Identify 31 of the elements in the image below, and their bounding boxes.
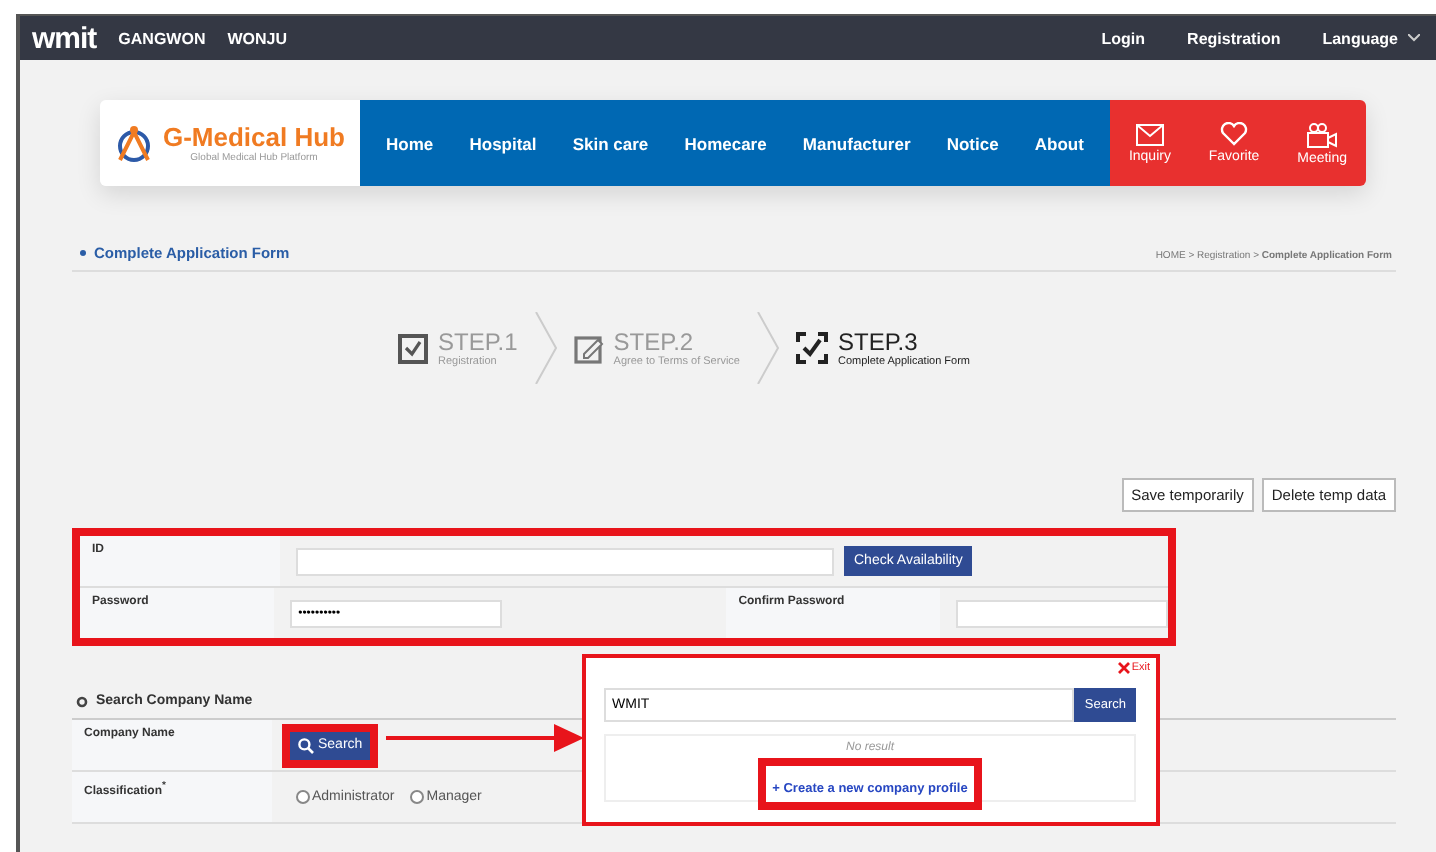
search-icon bbox=[298, 737, 314, 753]
nav-link[interactable]: Home bbox=[386, 133, 434, 153]
region-link[interactable]: WONJU bbox=[227, 29, 288, 47]
nav-link[interactable]: About bbox=[1034, 133, 1084, 153]
checkbox-icon bbox=[397, 333, 428, 363]
top-link[interactable]: Language bbox=[1322, 29, 1398, 47]
nav-link[interactable]: Manufacturer bbox=[802, 133, 911, 153]
region-link[interactable]: GANGWON bbox=[118, 29, 206, 47]
nav-link[interactable]: Notice bbox=[946, 133, 999, 153]
top-link[interactable]: Registration bbox=[1187, 29, 1281, 47]
step-label: STEP.1 bbox=[437, 328, 518, 356]
video-camera-icon[interactable] bbox=[1306, 121, 1339, 147]
nav-link[interactable]: Hospital bbox=[469, 133, 537, 153]
caret-icon bbox=[1408, 34, 1420, 42]
chevron-divider-icon bbox=[533, 312, 558, 384]
heart-icon[interactable] bbox=[1220, 122, 1249, 146]
nav-link[interactable]: Skin care bbox=[572, 133, 649, 153]
confirm-password-input-field[interactable] bbox=[955, 599, 1168, 627]
id-input-field[interactable] bbox=[296, 547, 834, 575]
pencil-icon bbox=[573, 333, 604, 363]
step-label: STEP.3 bbox=[837, 328, 920, 356]
top-link[interactable]: Login bbox=[1101, 29, 1146, 47]
close-icon bbox=[1117, 662, 1130, 674]
bullet-icon bbox=[80, 250, 86, 256]
circle-bullet-icon bbox=[76, 695, 88, 707]
chevron-divider-icon bbox=[755, 312, 780, 384]
wmit-logo[interactable]: wmit bbox=[32, 21, 97, 55]
nav-link[interactable]: Homecare bbox=[684, 133, 767, 153]
checkbox-icon bbox=[795, 332, 828, 364]
mail-icon[interactable] bbox=[1135, 123, 1164, 145]
step-label: STEP.2 bbox=[613, 328, 696, 356]
